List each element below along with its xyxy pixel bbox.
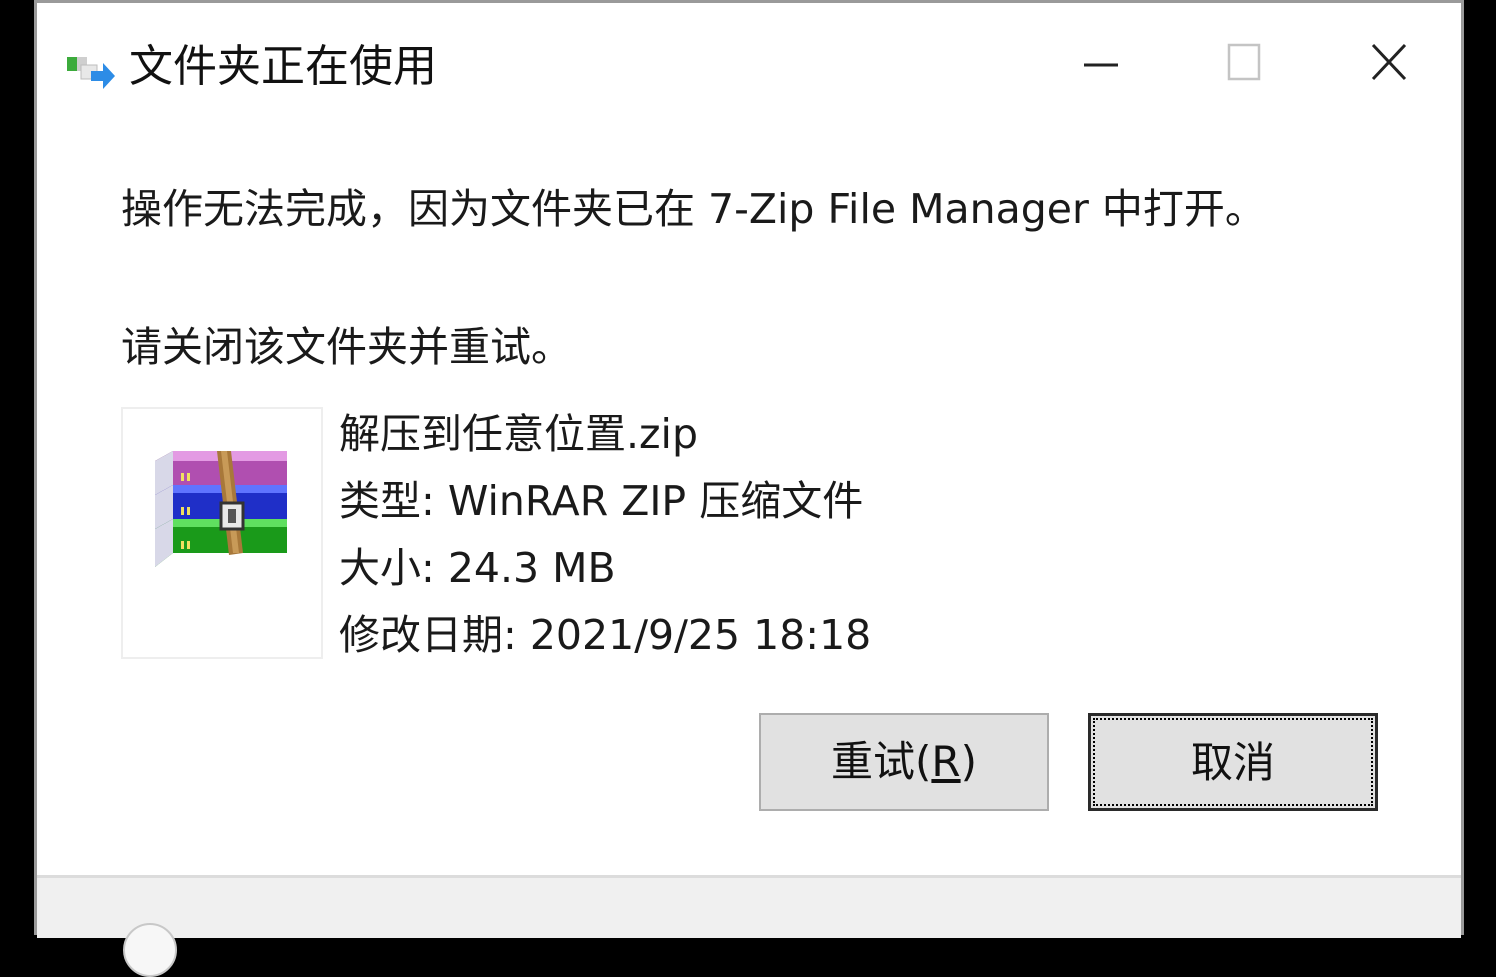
file-move-icon [67,49,117,91]
maximize-icon [1227,43,1261,81]
file-modified-date: 修改日期: 2021/9/25 18:18 [339,611,872,659]
file-thumbnail [121,407,323,659]
close-icon [1371,43,1407,81]
file-name: 解压到任意位置.zip [339,410,698,458]
cancel-button[interactable]: 取消 [1088,713,1378,811]
retry-label: 重试( [831,737,932,786]
file-details: 解压到任意位置.zip 类型: WinRAR ZIP 压缩文件 大小: 24.3… [339,403,871,671]
title-bar[interactable]: 文件夹正在使用 [37,3,1461,123]
focus-rectangle [1093,718,1373,806]
retry-accelerator: R [931,737,961,786]
retry-button[interactable]: 重试(R) [759,713,1049,811]
instruction-message: 请关闭该文件夹并重试。 [121,323,572,371]
minimize-icon [1084,63,1118,67]
error-message: 操作无法完成，因为文件夹已在 7-Zip File Manager 中打开。 [121,185,1266,233]
chevron-down-icon[interactable] [123,923,177,977]
winrar-archive-icon [155,451,287,567]
footer-area [37,878,1461,938]
file-in-use-dialog: 文件夹正在使用 操作无法完成，因为文件夹已在 7-Zip File Manage… [34,0,1464,977]
minimize-button[interactable] [1040,23,1160,107]
maximize-button[interactable] [1183,23,1303,107]
file-type: 类型: WinRAR ZIP 压缩文件 [339,477,864,525]
close-button[interactable] [1327,23,1447,107]
file-size: 大小: 24.3 MB [339,544,616,592]
retry-label-close: ) [960,737,977,786]
window-title: 文件夹正在使用 [129,41,437,92]
